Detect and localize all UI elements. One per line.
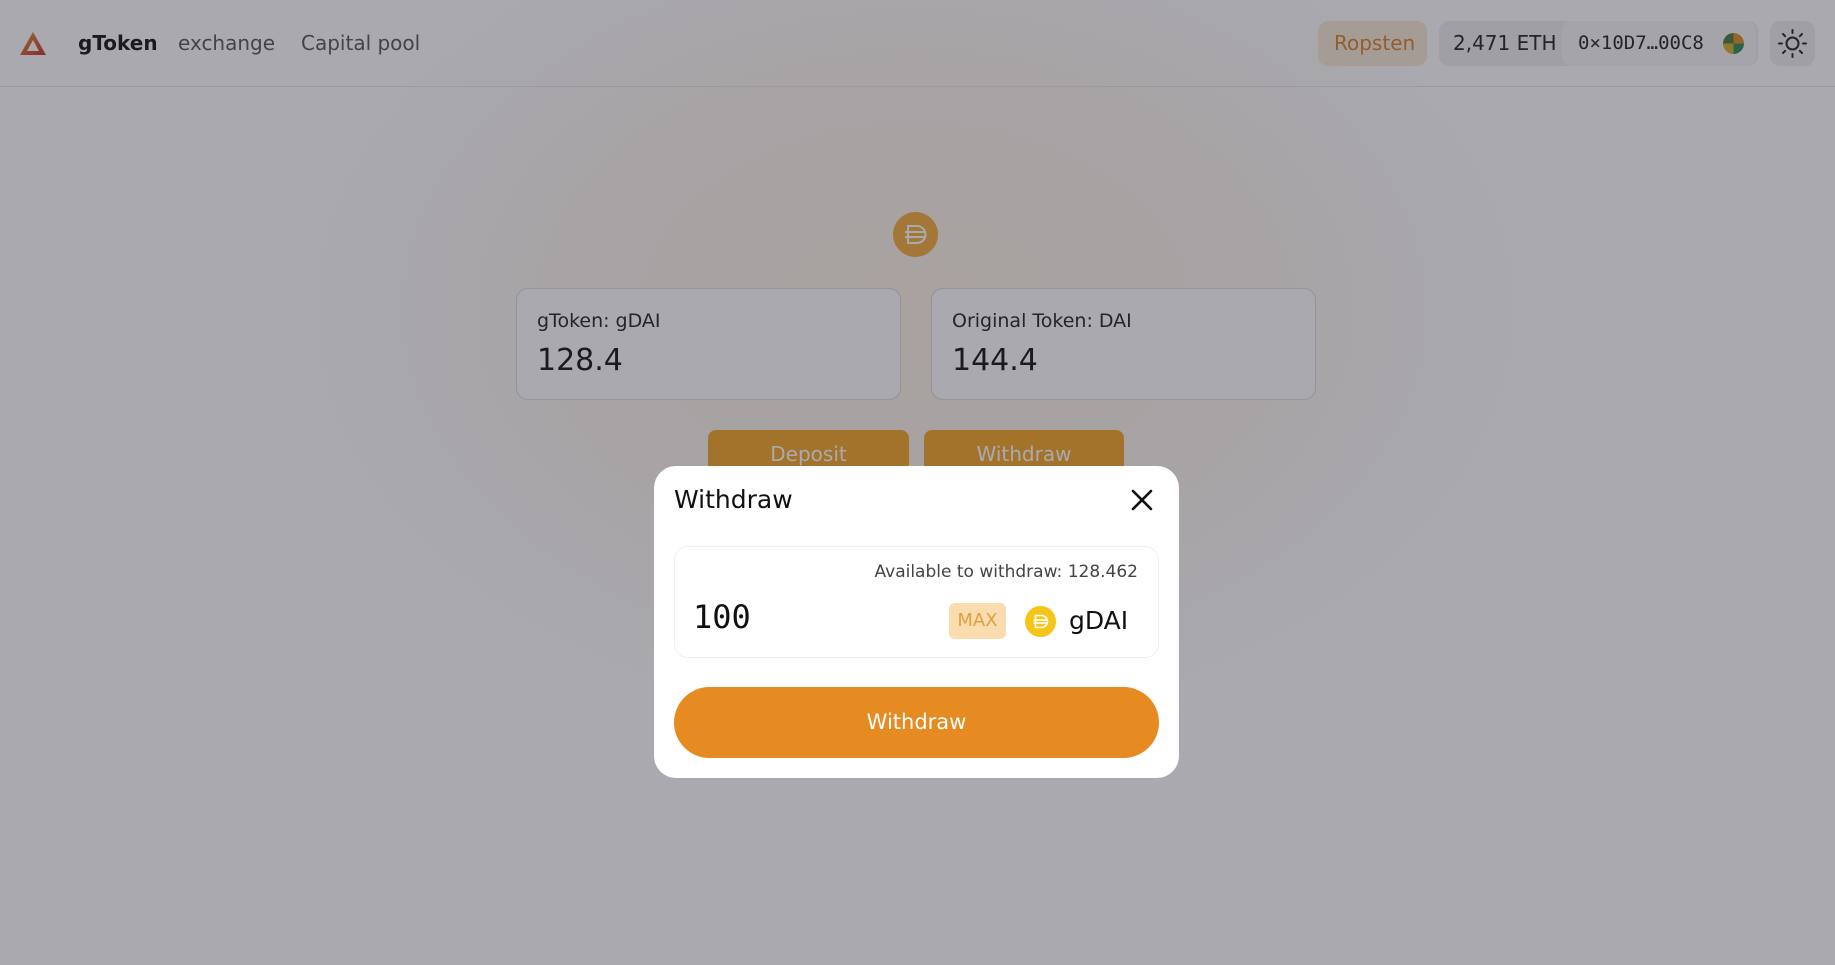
withdraw-modal: Withdraw Available to withdraw: 128.462 … <box>654 466 1179 778</box>
amount-input-box: Available to withdraw: 128.462 MAX gDAI <box>674 546 1159 658</box>
close-icon[interactable] <box>1128 486 1156 514</box>
max-button[interactable]: MAX <box>949 603 1006 639</box>
modal-title: Withdraw <box>674 485 793 514</box>
token-symbol: gDAI <box>1069 606 1129 635</box>
gdai-icon <box>1025 606 1056 637</box>
withdraw-amount-input[interactable] <box>693 597 933 637</box>
withdraw-submit-button[interactable]: Withdraw <box>674 687 1159 758</box>
available-to-withdraw: Available to withdraw: 128.462 <box>874 562 1139 582</box>
